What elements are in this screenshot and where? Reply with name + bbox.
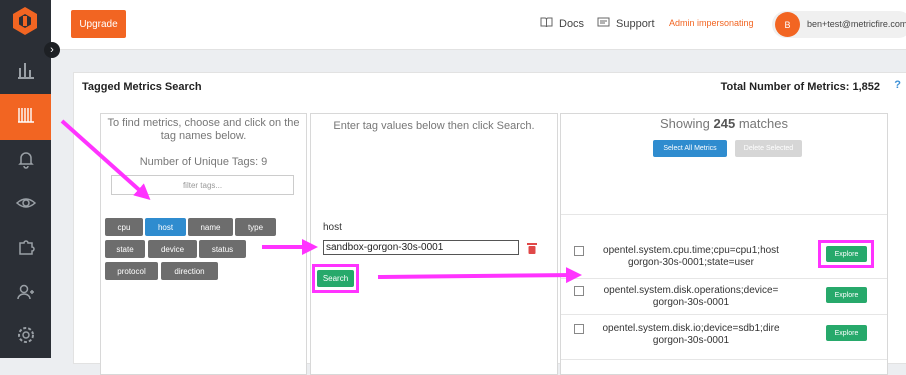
search-button[interactable]: Search <box>317 270 354 287</box>
showing-suffix: matches <box>738 116 788 131</box>
metric-name-line2: gorgon-30s-0001 <box>652 297 730 308</box>
puzzle-icon <box>16 237 36 262</box>
explore-button[interactable]: Explore <box>826 287 867 303</box>
tag-cpu[interactable]: cpu <box>105 218 143 236</box>
gear-icon <box>16 325 36 350</box>
nav-users[interactable] <box>0 271 51 317</box>
divider <box>561 214 887 215</box>
values-instruction: Enter tag values below then click Search… <box>333 120 535 132</box>
avatar: B <box>775 12 800 37</box>
metric-name-line1: opentel.system.disk.io;device=sdb1;dire <box>602 323 780 334</box>
tag-host[interactable]: host <box>145 218 186 236</box>
total-metrics-count: Total Number of Metrics: 1,852 <box>720 81 880 93</box>
nav-dashboards[interactable] <box>0 49 51 95</box>
support-link[interactable]: Support <box>597 17 655 31</box>
docs-link[interactable]: Docs <box>540 17 584 31</box>
tag-status[interactable]: status <box>199 240 246 258</box>
results-panel: Showing 245 matches Select All Metrics D… <box>560 113 888 375</box>
tag-state[interactable]: state <box>105 240 145 258</box>
matches-number: 245 <box>713 116 736 131</box>
logo-icon[interactable] <box>10 6 40 36</box>
tag-values-panel: Enter tag values below then click Search… <box>310 113 558 375</box>
nav-monitoring[interactable] <box>0 182 51 228</box>
showing-prefix: Showing <box>660 116 710 131</box>
upgrade-button[interactable]: Upgrade <box>71 10 126 38</box>
bell-icon <box>16 149 36 174</box>
select-all-metrics-button[interactable]: Select All Metrics <box>653 140 727 157</box>
divider <box>561 278 887 279</box>
trash-icon[interactable] <box>527 241 537 254</box>
unique-tags-count: Number of Unique Tags: 9 <box>139 156 268 168</box>
tag-protocol[interactable]: protocol <box>105 262 158 280</box>
metric-name-line1: opentel.system.disk.operations;device= <box>603 285 779 296</box>
divider <box>561 314 887 315</box>
user-email: ben+test@metricfire.com <box>807 19 906 29</box>
book-icon <box>540 17 553 31</box>
eye-icon <box>15 193 36 218</box>
support-label: Support <box>616 18 655 30</box>
docs-label: Docs <box>559 18 585 30</box>
nav-settings[interactable] <box>0 314 51 360</box>
row-checkbox[interactable] <box>574 324 584 334</box>
tags-instruction-line1: To find metrics, choose and click on the <box>107 117 300 129</box>
page-title: Tagged Metrics Search <box>82 81 202 93</box>
host-value-input[interactable]: sandbox-gorgon-30s-0001 <box>323 240 519 255</box>
metrics-icon <box>16 105 36 130</box>
row-checkbox[interactable] <box>574 286 584 296</box>
metric-name-line2: gorgon-30s-0001 <box>652 335 730 346</box>
tag-name[interactable]: name <box>188 218 233 236</box>
explore-button[interactable]: Explore <box>826 246 867 262</box>
nav-alerts[interactable] <box>0 138 51 184</box>
tagged-metrics-card: Tagged Metrics Search Total Number of Me… <box>73 72 906 375</box>
delete-selected-button[interactable]: Delete Selected <box>735 140 802 157</box>
tag-type[interactable]: type <box>235 218 276 236</box>
tag-direction[interactable]: direction <box>161 262 218 280</box>
user-menu[interactable]: B ben+test@metricfire.com <box>772 11 906 38</box>
divider <box>561 359 887 360</box>
chevron-right-icon: › <box>50 44 54 56</box>
admin-impersonating-link[interactable]: Admin impersonating <box>669 18 754 28</box>
explore-button[interactable]: Explore <box>826 325 867 341</box>
nav-integrations[interactable] <box>0 226 51 272</box>
bar-chart-icon <box>16 60 36 85</box>
tags-instruction-line2: tag names below. <box>160 130 247 142</box>
matches-count: Showing 245 matches <box>561 116 887 131</box>
support-icon <box>597 17 610 31</box>
host-value-label: host <box>323 222 342 233</box>
sidebar-collapse-button[interactable]: › <box>44 42 60 58</box>
metric-name-line2: gorgon-30s-0001;state=user <box>628 257 754 268</box>
metric-name-line1: opentel.system.cpu.time;cpu=cpu1;host <box>603 245 779 256</box>
tag-names-panel: To find metrics, choose and click on the… <box>100 113 307 375</box>
nav-metrics[interactable] <box>0 94 51 140</box>
topbar: Upgrade Docs Support Admin impersonating… <box>51 0 906 50</box>
sidebar <box>0 0 51 358</box>
row-checkbox[interactable] <box>574 246 584 256</box>
filter-tags-input[interactable]: filter tags... <box>111 175 294 195</box>
tag-device[interactable]: device <box>148 240 197 258</box>
users-icon <box>16 282 36 307</box>
help-icon[interactable]: ? <box>894 79 901 91</box>
